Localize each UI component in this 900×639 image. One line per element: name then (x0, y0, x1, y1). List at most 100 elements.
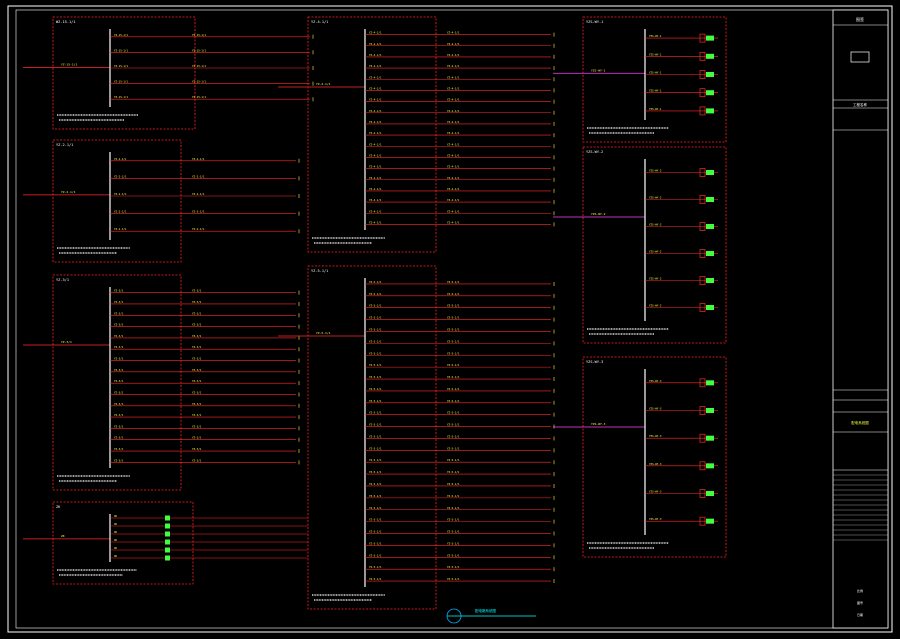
circuit-breaker-label: YZ-5-1/1 (369, 518, 382, 522)
circuit-breaker-label: YZ-5-1/1 (369, 434, 382, 438)
circuit-cable-label: YZ-4-1/1 (447, 98, 460, 102)
circuit-breaker-label: YZ-3/1 (114, 436, 124, 440)
circuit-cable-label: YZ-5-1/1 (447, 458, 460, 462)
circuit-breaker-label: YZ-3/1 (114, 289, 124, 293)
circuit-breaker-label: YZ-5-1/1 (369, 506, 382, 510)
circuit-breaker-label: YZ-5-1/1 (369, 327, 382, 331)
circuit-cable-label: YZ-15-1/1 (192, 95, 206, 99)
feeder-label: YZ-15-1/1 (61, 62, 77, 66)
circuit-cable-label: YZ-15-1/1 (192, 64, 206, 68)
meter-icon (165, 547, 170, 553)
titleblock-sheet: 图号 (857, 600, 863, 605)
circuit-breaker-label: YZS-WY-2 (649, 277, 662, 281)
circuit-cable-label: YZ-5-1/1 (447, 363, 460, 367)
circuit-cable-label: YZ-5-1/1 (447, 423, 460, 427)
circuit-cable-label: YZ-3/1 (192, 436, 202, 440)
circuit-breaker-label: YZ-3/1 (114, 300, 124, 304)
circuit-breaker-label: YZ-3/1 (114, 379, 124, 383)
circuit-breaker-label: ZK (114, 522, 118, 526)
circuit-cable-label: YZ-5-1/1 (447, 434, 460, 438)
circuit-breaker-label: YZ-5-1/1 (369, 470, 382, 474)
panel-title: YZ-3/1 (56, 278, 69, 282)
circuit-cable-label: YZ-3/1 (192, 357, 202, 361)
circuit-cable-label: YZ-5-1/1 (447, 316, 460, 320)
circuit-breaker-label: YZ-4-1/1 (369, 120, 382, 124)
circuit-breaker-label: YZ-5-1/1 (369, 411, 382, 415)
terminal-icon (706, 380, 714, 386)
circuit-cable-label: YZ-4-1/1 (447, 31, 460, 35)
meter-icon (165, 539, 170, 545)
circuit-cable-label: YZ-5-1/1 (447, 553, 460, 557)
circuit-breaker-label: YZ-4-1/1 (369, 109, 382, 113)
circuit-breaker-label: YZ-3/1 (114, 323, 124, 327)
circuit-breaker-label: YZ-3/1 (114, 345, 124, 349)
circuit-cable-label: YZ-2-1/1 (192, 192, 205, 196)
circuit-breaker-label: YZS-WY-3 (649, 379, 662, 383)
circuit-breaker-label: YZ-15-1/1 (114, 64, 128, 68)
panel-title: YZ-2-1/1 (56, 143, 73, 147)
schematic-canvas: 图签 工程名称 配电系统图 比例 图号 日期 配电箱系统图 WZ-15-1/1 Y… (7, 5, 893, 633)
circuit-cable-label: YZ-5-1/1 (447, 446, 460, 450)
circuit-breaker-label: YZ-5-1/1 (369, 423, 382, 427)
circuit-breaker-label: YZ-5-1/1 (369, 482, 382, 486)
circuit-cable-label: YZ-3/1 (192, 447, 202, 451)
circuit-breaker-label: YZ-5-1/1 (369, 351, 382, 355)
circuit-breaker-label: YZ-5-1/1 (369, 446, 382, 450)
terminal-icon (706, 90, 714, 96)
meter-icon (165, 531, 170, 537)
circuit-breaker-label: YZ-4-1/1 (369, 209, 382, 213)
circuit-breaker-label: ZK (114, 514, 118, 518)
circuit-breaker-label: YZ-5-1/1 (369, 316, 382, 320)
circuit-breaker-label: YZS-WY-3 (649, 490, 662, 494)
panel-title: YZS-WY-1 (586, 20, 603, 24)
circuit-breaker-label: YZ-5-1/1 (369, 339, 382, 343)
feeder-label: YZS-WY-2 (591, 212, 606, 216)
panel-border (52, 501, 194, 585)
circuit-cable-label: YZ-3/1 (192, 379, 202, 383)
circuit-breaker-label: ZK (114, 538, 118, 542)
circuit-breaker-label: YZ-3/1 (114, 357, 124, 361)
circuit-breaker-label: YZ-3/1 (114, 402, 124, 406)
circuit-breaker-label: YZ-4-1/1 (369, 187, 382, 191)
feeder-label: YZ-4-1/1 (316, 82, 331, 86)
circuit-cable-label: YZ-5-1/1 (447, 565, 460, 569)
circuit-breaker-label: YZ-3/1 (114, 413, 124, 417)
terminal-icon (706, 72, 714, 77)
circuit-cable-label: YZ-3/1 (192, 289, 202, 293)
circuit-breaker-label: YZS-WY-1 (649, 71, 662, 75)
circuit-cable-label: YZ-5-1/1 (447, 411, 460, 415)
circuit-breaker-label: YZ-15-1/1 (114, 33, 128, 37)
circuit-breaker-label: YZ-15-1/1 (114, 48, 128, 52)
circuit-cable-label: YZ-5-1/1 (447, 530, 460, 534)
circuit-breaker-label: YZ-3/1 (114, 390, 124, 394)
meter-icon (165, 555, 170, 561)
circuit-breaker-label: YZS-WY-3 (649, 462, 662, 466)
circuit-breaker-label: YZ-5-1/1 (369, 363, 382, 367)
circuit-breaker-label: YZ-5-1/1 (369, 399, 382, 403)
circuit-breaker-label: YZS-WY-2 (649, 223, 662, 227)
circuit-breaker-label: YZ-4-1/1 (369, 220, 382, 224)
panel-title: YZS-WY-2 (586, 150, 603, 154)
terminal-icon (706, 170, 714, 175)
terminal-icon (706, 251, 714, 256)
terminal-icon (706, 197, 714, 202)
circuit-cable-label: YZ-5-1/1 (447, 541, 460, 545)
circuit-breaker-label: YZ-15-1/1 (114, 80, 128, 84)
circuit-breaker-label: YZ-4-1/1 (369, 142, 382, 146)
panel-title: WZ-15-1/1 (56, 20, 75, 24)
circuit-breaker-label: YZ-2-1/1 (114, 227, 127, 231)
circuit-breaker-label: YZ-5-1/1 (369, 304, 382, 308)
terminal-icon (706, 435, 714, 441)
feeder-label: YZS-WY-1 (591, 68, 606, 72)
circuit-breaker-label: YZ-4-1/1 (369, 86, 382, 90)
circuit-breaker-label: YZS-WY-1 (649, 89, 662, 93)
circuit-breaker-label: YZ-5-1/1 (369, 577, 382, 581)
terminal-icon (706, 53, 714, 59)
titleblock-date: 日期 (857, 612, 863, 617)
circuit-breaker-label: YZ-5-1/1 (369, 280, 382, 284)
panel-p7: YZS-WY-1 YZS-WY-1 YZS-WY-1 YZS-WY-1 YZS-WY-1… (553, 16, 727, 143)
circuit-breaker-label: YZ-4-1/1 (369, 176, 382, 180)
panel-title: YZ-4-1/1 (311, 20, 328, 24)
circuit-cable-label: YZ-4-1/1 (447, 131, 460, 135)
legend-label: 配电箱系统图 (475, 608, 496, 613)
